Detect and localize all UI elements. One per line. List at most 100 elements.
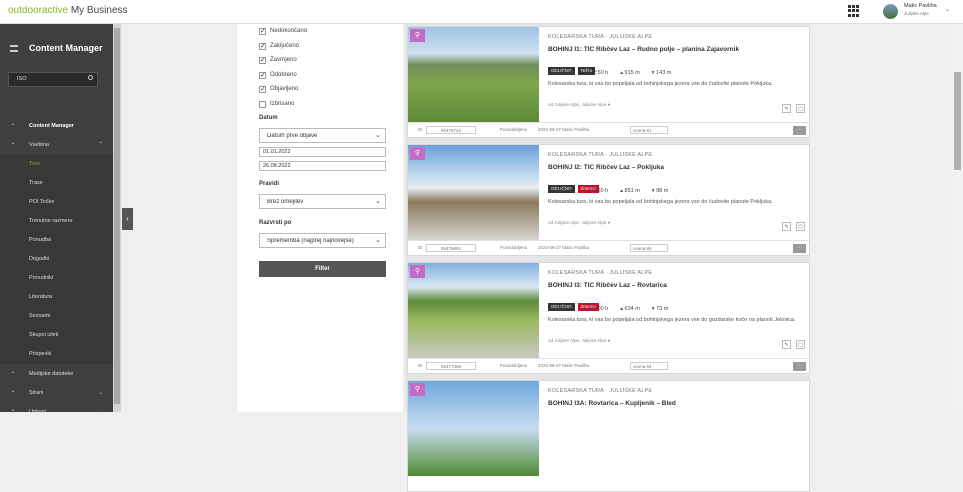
result-card[interactable]: ⚲ KOLESARSKA TURA · JULIJSKE ALPE BOHINJ I…	[407, 144, 810, 256]
sidebar-item[interactable]: Literatura	[0, 288, 113, 307]
sidebar-item-label: Skupni izleti	[29, 332, 59, 338]
stat-descent: ▾ 98 m	[651, 188, 669, 194]
checkbox[interactable]	[259, 27, 266, 35]
menu-icon[interactable]	[10, 45, 18, 52]
stat-distance: ↔ 21,5 km	[548, 70, 575, 76]
result-card[interactable]: ⚲ KOLESARSKA TURA · JULIJSKE ALPE BOHINJ I…	[407, 26, 810, 138]
edit-icon[interactable]: ✎	[782, 340, 791, 349]
sidebar-item[interactable]: ▪ Strani ⌄	[0, 384, 113, 403]
tour-source: od Julijske Alpe, Julijske Alpe ●	[548, 338, 611, 343]
sidebar-item-label: Dogodki	[29, 256, 50, 262]
chevron-icon[interactable]: ⌄	[98, 389, 103, 396]
sidebar-title: Content Manager	[29, 43, 103, 53]
sidebar-item[interactable]: Trenutne razmere	[0, 212, 113, 231]
search-value: ISO	[17, 76, 27, 82]
date-type-select[interactable]: Datum prve objave ⌄	[259, 128, 386, 143]
more-button[interactable]: ···	[793, 362, 806, 371]
pencil-icon: ▪	[12, 141, 14, 147]
checkbox-label: Izbrisano	[270, 100, 295, 107]
sidebar-item-label: Prispevki	[29, 351, 52, 357]
date-from-field[interactable]: 01.01.2022	[259, 147, 386, 157]
tour-id[interactable]: 65476722	[426, 126, 476, 134]
user-name[interactable]: Matic Pavlіha	[904, 3, 937, 9]
search-icon[interactable]	[88, 75, 93, 80]
tour-title[interactable]: BOHINJ I3A: Rovtarica – Kupljenik – Bled	[548, 400, 676, 407]
tour-thumbnail[interactable]: ⚲	[408, 145, 539, 240]
tour-thumbnail[interactable]: ⚲	[408, 27, 539, 122]
tour-description: Kolesarska tura, ki vas bo popeljala od …	[548, 199, 773, 205]
stat-distance: ↔ 23,2 km	[548, 306, 575, 312]
tour-title[interactable]: BOHINJ I1: TIC Ribčev Laz – Rudno polje …	[548, 46, 739, 53]
chevron-down-icon[interactable]: ⌄	[945, 6, 950, 13]
edit-icon[interactable]: ✎	[782, 104, 791, 113]
search-input[interactable]: ISO	[8, 72, 98, 87]
copy-icon[interactable]: ▢	[796, 104, 805, 113]
sidebar-item[interactable]: ▪ Medijske datoteke	[0, 365, 113, 384]
scrollbar-thumb[interactable]	[114, 28, 120, 404]
sidebar-item[interactable]: Prispevki	[0, 345, 113, 364]
checkbox[interactable]	[259, 100, 266, 108]
sidebar-item[interactable]: Seznami	[0, 307, 113, 326]
sidebar-item-label: Ustvari	[29, 409, 47, 415]
checkbox[interactable]	[259, 85, 266, 93]
apps-grid-icon[interactable]	[848, 5, 860, 17]
result-card[interactable]: ⚲ KOLESARSKA TURA · JULIJSKE ALPE BOHINJ I…	[407, 380, 810, 492]
result-card[interactable]: ⚲ KOLESARSKA TURA · JULIJSKE ALPE BOHINJ I…	[407, 262, 810, 374]
tour-tags: ODLIČNO Težko	[548, 59, 598, 75]
id-label: ID	[418, 127, 423, 132]
sidebar-item[interactable]: ▪ Vsebina ⌃	[0, 136, 113, 155]
more-button[interactable]: ···	[793, 126, 806, 135]
chevron-icon[interactable]: ⌃	[98, 141, 103, 148]
updated-value: 2022-06-27 Matic Pavlіha	[538, 245, 590, 250]
chevron-down-icon: ⌄	[375, 237, 381, 244]
avatar[interactable]	[883, 4, 898, 19]
sidebar-item[interactable]: ▪ Content Manager	[0, 117, 113, 136]
sidebar-item-label: Strani	[29, 390, 44, 396]
copy-icon[interactable]: ▢	[796, 340, 805, 349]
sidebar-item[interactable]: Skupni izleti	[0, 326, 113, 345]
tour-description: Kolesarska tura, ki vas bo popeljala od …	[548, 317, 796, 323]
sidebar-item-label: Ture	[29, 161, 41, 167]
sort-select[interactable]: Sprememba (najprej najnovejše) ⌄	[259, 233, 386, 248]
scrollbar-thumb[interactable]	[954, 72, 961, 170]
id-label: ID	[418, 363, 423, 368]
tour-id[interactable]: 65477466	[426, 362, 476, 370]
tour-title[interactable]: BOHINJ I3: TIC Ribčev Laz – Rovtarica	[548, 282, 667, 289]
sidebar-item-label: Content Manager	[29, 123, 74, 129]
rights-select[interactable]: Brez omejitev ⌄	[259, 194, 386, 209]
sidebar-item[interactable]: ▪ Ustvari ⌄	[0, 403, 113, 422]
checkbox[interactable]	[259, 42, 266, 50]
sidebar-item[interactable]: Dogodki	[0, 250, 113, 269]
tour-thumbnail[interactable]: ⚲	[408, 263, 539, 358]
updated-label: Posodobljeno	[500, 363, 528, 368]
filter-button[interactable]: Filter	[259, 261, 386, 277]
tour-stats: ↔ 23,2 km ◷ 2:00 h ▴ 634 m ▾ 73 m	[548, 306, 680, 312]
sidebar: Content Manager ISO ▪ Content Manager ▪ Vse…	[0, 24, 113, 415]
sidebar-item[interactable]: POI Točke	[0, 193, 113, 212]
date-to-field[interactable]: 26.08.2022	[259, 161, 386, 171]
date-type-value: Datum prve objave	[267, 133, 318, 139]
main-scrollbar[interactable]	[952, 24, 963, 412]
sidebar-header: Content Manager	[0, 40, 113, 60]
checkbox-label: Objavljeno	[270, 86, 299, 92]
edit-icon[interactable]: ✎	[782, 222, 791, 231]
checkbox[interactable]	[259, 56, 266, 64]
sidebar-scrollbar[interactable]	[113, 24, 121, 412]
more-button[interactable]: ···	[793, 244, 806, 253]
page-icon: ▪	[12, 389, 14, 395]
copy-icon[interactable]: ▢	[796, 222, 805, 231]
sidebar-item[interactable]: Ponudba	[0, 231, 113, 250]
sidebar-item[interactable]: Trase	[0, 174, 113, 193]
collapse-sidebar-button[interactable]: ‹	[122, 208, 133, 230]
tour-title[interactable]: BOHINJ I2: TIC Ribčev Laz – Pokljuka	[548, 164, 664, 171]
checkbox[interactable]	[259, 71, 266, 79]
sidebar-item[interactable]: Ponudniki	[0, 269, 113, 288]
tour-id[interactable]: 65476891	[426, 244, 476, 252]
app-logo[interactable]: outdooractive My Business	[8, 5, 128, 16]
sidebar-item[interactable]: Ture	[0, 155, 113, 174]
checkbox-label: Odobreno	[270, 71, 297, 78]
tour-source: od Julijske Alpe, Julijske Alpe ●	[548, 102, 611, 107]
tour-thumbnail[interactable]: ⚲	[408, 381, 539, 476]
sidebar-item-label: Trase	[29, 180, 43, 186]
tour-category: KOLESARSKA TURA · JULIJSKE ALPE	[548, 388, 653, 394]
